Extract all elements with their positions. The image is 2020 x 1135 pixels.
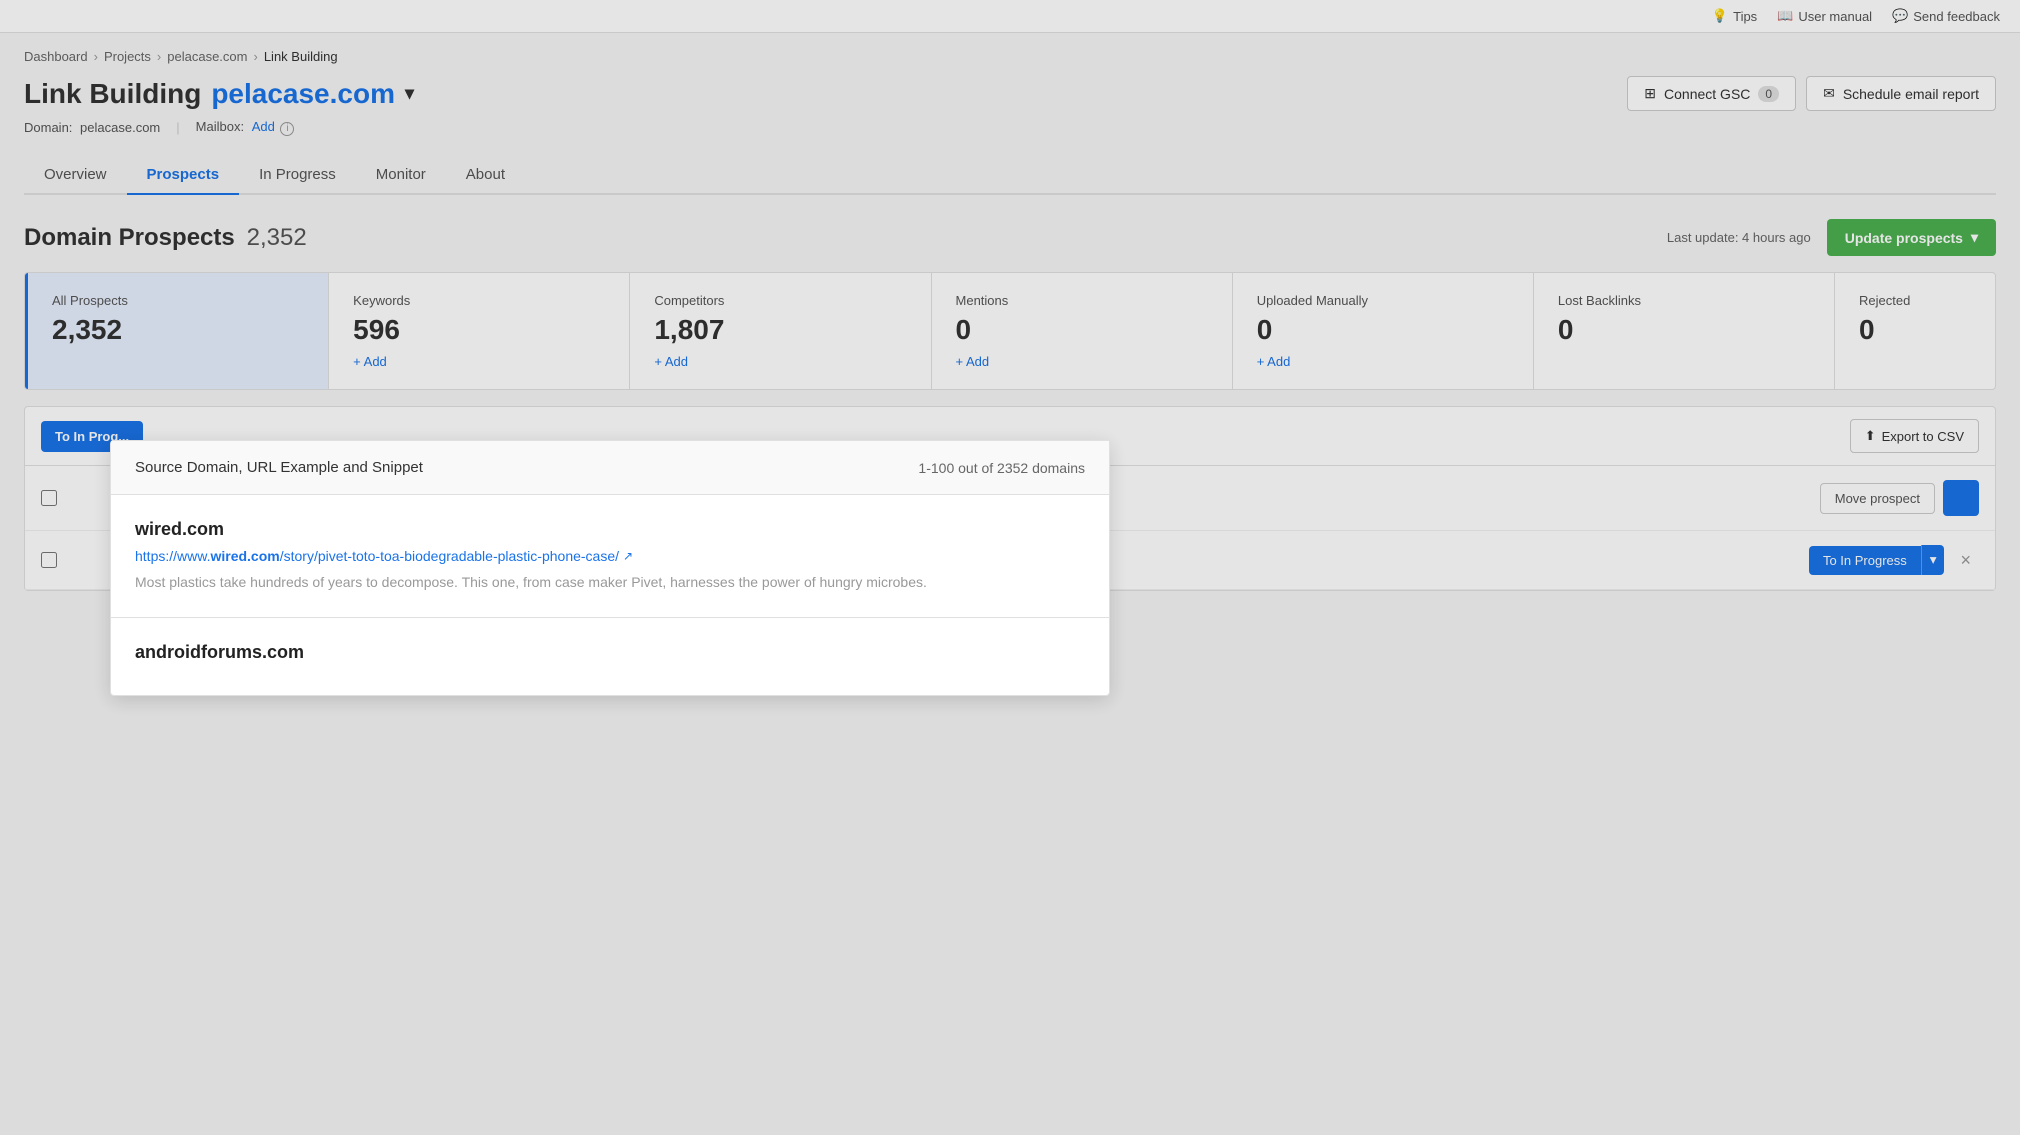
popup-overlay: Source Domain, URL Example and Snippet 1… — [0, 0, 2020, 1135]
popup-domain-snippet-1: Most plastics take hundreds of years to … — [135, 572, 1085, 593]
popup-header-title: Source Domain, URL Example and Snippet — [135, 459, 423, 476]
popup-panel: Source Domain, URL Example and Snippet 1… — [110, 440, 1110, 696]
popup-entry-2: androidforums.com — [111, 618, 1109, 695]
popup-domain-name-1: wired.com — [135, 519, 1085, 540]
popup-domain-name-2: androidforums.com — [135, 642, 1085, 663]
popup-domain-url-1: https://www.wired.com/story/pivet-toto-t… — [135, 548, 1085, 564]
popup-entry-1: wired.com https://www.wired.com/story/pi… — [111, 495, 1109, 618]
popup-url-link-1[interactable]: https://www.wired.com/story/pivet-toto-t… — [135, 548, 619, 564]
popup-header: Source Domain, URL Example and Snippet 1… — [111, 441, 1109, 495]
external-link-icon-1[interactable]: ↗ — [623, 549, 633, 563]
popup-header-count: 1-100 out of 2352 domains — [918, 460, 1085, 476]
